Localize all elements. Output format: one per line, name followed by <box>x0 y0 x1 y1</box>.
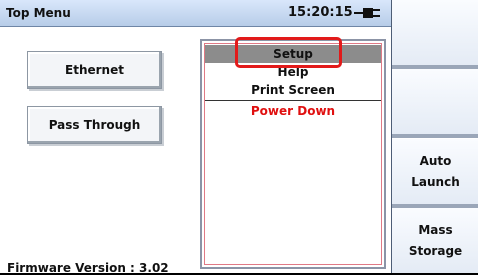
pass-through-button[interactable]: Pass Through <box>27 106 162 144</box>
selection-highlight <box>235 37 342 68</box>
screen-title: Top Menu <box>6 6 71 20</box>
softkey-2[interactable] <box>392 69 478 135</box>
mass-storage-softkey[interactable]: Mass Storage <box>392 208 478 273</box>
auto-launch-softkey[interactable]: Auto Launch <box>392 139 478 205</box>
softkey-1[interactable] <box>392 0 478 66</box>
clock: 15:20:15 <box>288 5 353 20</box>
plug-icon <box>354 8 380 18</box>
menu-divider <box>205 100 381 101</box>
menu-item-power-down[interactable]: Power Down <box>205 102 381 120</box>
menu-list: Setup Help Print Screen Power Down <box>204 43 382 265</box>
top-menu-popup: Setup Help Print Screen Power Down <box>200 39 386 269</box>
ethernet-button[interactable]: Ethernet <box>27 51 162 89</box>
title-bar: Top Menu 15:20:15 <box>0 0 391 27</box>
softkey-panel: Auto Launch Mass Storage <box>391 0 478 273</box>
device-screen: Top Menu 15:20:15 Ethernet Pass Through … <box>0 0 478 275</box>
menu-item-print-screen[interactable]: Print Screen <box>205 81 381 99</box>
softkey-divider <box>392 135 478 138</box>
